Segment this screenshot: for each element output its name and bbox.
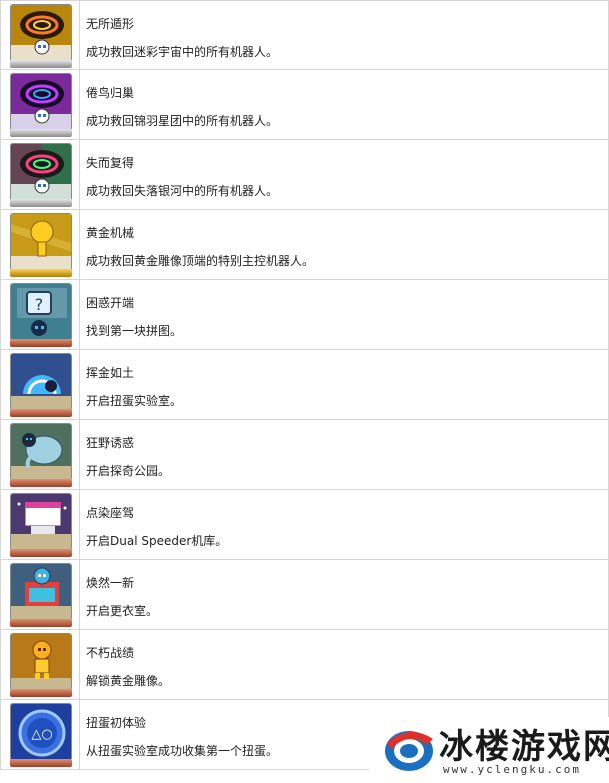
trophy-row[interactable]: 无所遁形 成功救回迷彩宇宙中的所有机器人。 bbox=[0, 0, 609, 70]
trophy-description: 成功救回失落银河中的所有机器人。 bbox=[86, 184, 279, 198]
trophy-row[interactable]: 失而复得 成功救回失落银河中的所有机器人。 bbox=[0, 140, 609, 210]
silver-tier-bar bbox=[10, 60, 72, 68]
trophy-title: 黄金机械 bbox=[86, 226, 135, 240]
lost-galaxy-icon bbox=[10, 143, 72, 201]
silver-tier-bar bbox=[10, 129, 72, 137]
trophy-row[interactable]: 焕然一新 开启更衣室。 bbox=[0, 560, 609, 630]
silver-tier-bar bbox=[10, 199, 72, 207]
puzzle-piece-icon: ? bbox=[10, 283, 72, 341]
trophy-title: 狂野诱惑 bbox=[86, 436, 135, 450]
trophy-icon-cell bbox=[1, 70, 80, 139]
bronze-tier-bar bbox=[10, 339, 72, 347]
trophy-description: 开启扭蛋实验室。 bbox=[86, 394, 183, 408]
trophy-title: 挥金如土 bbox=[86, 366, 135, 380]
purple-galaxy-icon bbox=[10, 73, 72, 131]
golden-statue-icon bbox=[10, 633, 72, 691]
trophy-description: 开启Dual Speeder机库。 bbox=[86, 534, 228, 548]
trophy-icon-cell bbox=[1, 490, 80, 559]
trophy-row[interactable]: 点染座驾 开启Dual Speeder机库。 bbox=[0, 490, 609, 560]
trophy-icon-cell bbox=[1, 420, 80, 489]
site-url: www.yclengku.com bbox=[443, 763, 581, 776]
bronze-tier-bar bbox=[10, 549, 72, 557]
trophy-row[interactable]: 倦鸟归巢 成功救回锦羽星团中的所有机器人。 bbox=[0, 70, 609, 140]
trophy-description: 成功救回黄金雕像顶端的特别主控机器人。 bbox=[86, 254, 315, 268]
trophy-icon-cell: ? bbox=[1, 280, 80, 349]
trophy-row[interactable]: 狂野诱惑 开启探奇公园。 bbox=[0, 420, 609, 490]
trophy-title: 无所遁形 bbox=[86, 17, 135, 31]
trophy-title: 点染座驾 bbox=[86, 506, 135, 520]
svg-text:?: ? bbox=[35, 295, 44, 314]
bronze-tier-bar bbox=[10, 479, 72, 487]
trophy-description: 解锁黄金雕像。 bbox=[86, 674, 171, 688]
trophy-icon-cell bbox=[1, 350, 80, 419]
site-watermark: 冰楼游戏网 www.yclengku.com bbox=[369, 717, 609, 783]
svg-text:△○: △○ bbox=[31, 727, 52, 742]
trophy-description: 成功救回锦羽星团中的所有机器人。 bbox=[86, 114, 279, 128]
trophy-icon-cell bbox=[1, 560, 80, 629]
rainbow-galaxy-icon bbox=[10, 4, 72, 62]
bronze-tier-bar bbox=[10, 759, 72, 767]
trophy-title: 不朽战绩 bbox=[86, 646, 135, 660]
trophy-row[interactable]: 挥金如土 开启扭蛋实验室。 bbox=[0, 350, 609, 420]
bronze-tier-bar bbox=[10, 409, 72, 417]
dressing-room-icon bbox=[10, 563, 72, 621]
bronze-tier-bar bbox=[10, 619, 72, 627]
trophy-title: 失而复得 bbox=[86, 156, 135, 170]
trophy-description: 成功救回迷彩宇宙中的所有机器人。 bbox=[86, 45, 279, 59]
trophy-list: 无所遁形 成功救回迷彩宇宙中的所有机器人。 倦鸟归巢 成功救回锦羽星团中的所有机… bbox=[0, 0, 609, 770]
trophy-description: 开启更衣室。 bbox=[86, 604, 159, 618]
golden-robot-icon bbox=[10, 213, 72, 271]
trophy-row[interactable]: ? 困惑开端 找到第一块拼图。 bbox=[0, 280, 609, 350]
site-name: 冰楼游戏网 bbox=[439, 727, 609, 767]
gacha-lab-icon bbox=[10, 353, 72, 411]
site-logo-icon bbox=[381, 721, 437, 781]
park-elephant-icon bbox=[10, 423, 72, 481]
trophy-icon-cell bbox=[1, 210, 80, 279]
trophy-description: 开启探奇公园。 bbox=[86, 464, 171, 478]
trophy-description: 从扭蛋实验室成功收集第一个扭蛋。 bbox=[86, 744, 279, 758]
trophy-title: 困惑开端 bbox=[86, 296, 135, 310]
trophy-description: 找到第一块拼图。 bbox=[86, 324, 183, 338]
trophy-icon-cell bbox=[1, 1, 80, 69]
trophy-title: 扭蛋初体验 bbox=[86, 716, 147, 730]
trophy-icon-cell: △○ bbox=[1, 700, 80, 769]
trophy-title: 倦鸟归巢 bbox=[86, 86, 135, 100]
gold-tier-bar bbox=[10, 269, 72, 277]
bronze-tier-bar bbox=[10, 689, 72, 697]
playstation-capsule-icon: △○ bbox=[10, 703, 72, 761]
trophy-icon-cell bbox=[1, 140, 80, 209]
trophy-row[interactable]: 黄金机械 成功救回黄金雕像顶端的特别主控机器人。 bbox=[0, 210, 609, 280]
trophy-title: 焕然一新 bbox=[86, 576, 135, 590]
trophy-row[interactable]: 不朽战绩 解锁黄金雕像。 bbox=[0, 630, 609, 700]
hangar-icon bbox=[10, 493, 72, 551]
trophy-icon-cell bbox=[1, 630, 80, 699]
